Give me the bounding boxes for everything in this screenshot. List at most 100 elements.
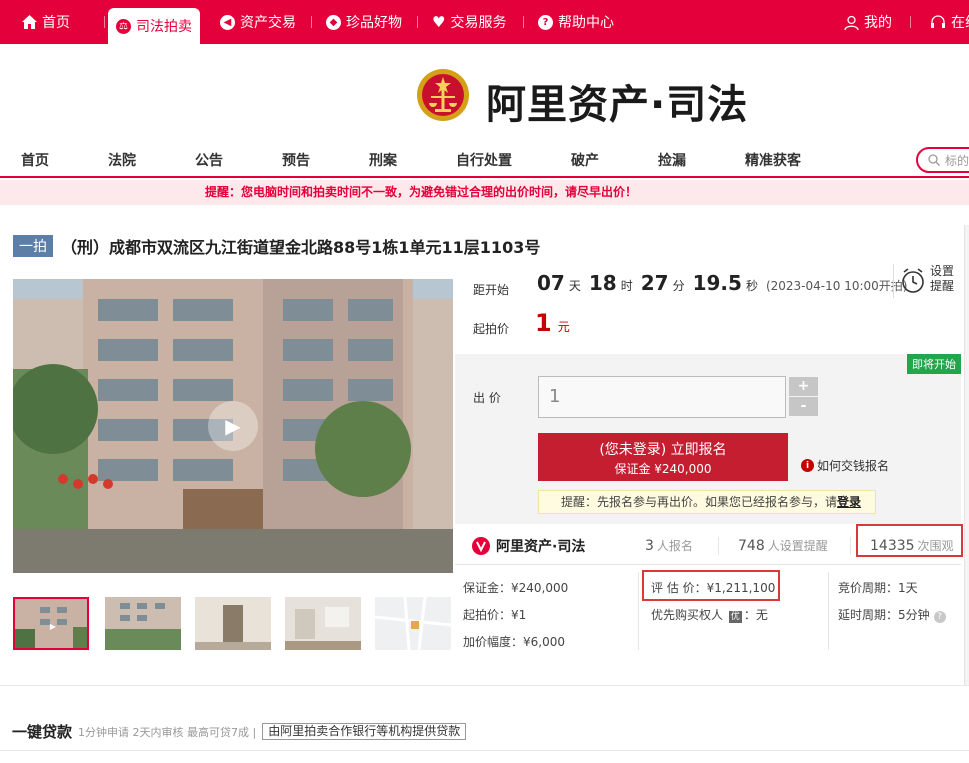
signup-deposit: 保证金 ¥240,000	[614, 462, 712, 476]
main-nav: 首页 法院 公告 预告 刑案 自行处置 破产 捡漏 精准获客 标的	[0, 144, 969, 178]
help-icon[interactable]: ?	[933, 611, 946, 623]
loan-subtitle: 1分钟申请 2天内审核 最高可贷7成 |	[78, 725, 257, 739]
nav-bargains[interactable]: 捡漏	[658, 150, 686, 170]
thumbnail-image	[285, 597, 361, 650]
question-icon: ?	[538, 14, 553, 30]
reminder-count: 748 人设置提醒	[738, 538, 828, 554]
start-price: 1 元	[535, 309, 570, 337]
topnav-home[interactable]: 首页	[22, 0, 70, 44]
photo-thumbnail[interactable]	[285, 597, 361, 650]
delay-cycle-info: 延时周期：5分钟?	[838, 606, 946, 623]
page-scroll-edge	[964, 225, 969, 685]
nav-criminal[interactable]: 刑案	[369, 150, 397, 170]
divider	[523, 16, 524, 28]
how-to-pay-link[interactable]: i 如何交钱报名	[801, 457, 889, 474]
brand-logo: 阿里资产·司法	[471, 536, 585, 556]
nav-bankruptcy[interactable]: 破产	[571, 150, 599, 170]
nav-home[interactable]: 首页	[21, 150, 49, 170]
nav-precise-leads[interactable]: 精准获客	[745, 150, 801, 170]
nav-self-disposal[interactable]: 自行处置	[456, 150, 512, 170]
nav-courts[interactable]: 法院	[108, 150, 136, 170]
divider	[718, 537, 719, 555]
topnav-treasures[interactable]: ◆ 珍品好物	[326, 0, 402, 44]
login-link[interactable]: 登录	[837, 495, 861, 509]
auction-round-tag: 一拍	[13, 235, 53, 257]
info-icon: i	[801, 459, 814, 472]
headset-icon	[931, 14, 945, 28]
bidding-cycle-info: 竞价周期：1天	[838, 581, 918, 595]
gem-icon: ◆	[326, 14, 341, 30]
countdown-seconds-unit: 秒	[745, 279, 758, 293]
countdown-days: 07	[537, 271, 565, 295]
topnav-asset-trading[interactable]: ◀ 资产交易	[220, 0, 296, 44]
signup-count: 3 人报名	[645, 538, 693, 554]
brand-logo-icon	[472, 537, 490, 555]
one-click-loan: 一键贷款 1分钟申请 2天内审核 最高可贷7成 | 由阿里拍卖合作银行等机构提供…	[12, 721, 467, 742]
search-input[interactable]: 标的	[916, 147, 969, 173]
auction-start-time: (2023-04-10 10:00开拍)	[765, 279, 908, 293]
heart-icon: ♥	[432, 13, 446, 31]
bid-label: 出 价	[473, 391, 501, 405]
search-icon	[928, 154, 940, 166]
divider	[828, 572, 829, 650]
divider	[311, 16, 312, 28]
alarm-clock-icon	[902, 268, 924, 293]
svg-text:▶: ▶	[50, 622, 57, 631]
section-divider	[0, 685, 969, 686]
thumbnail-image	[105, 597, 181, 650]
photo-thumbnail[interactable]	[105, 597, 181, 650]
top-bar: 首页 ⚖ 司法拍卖 ◀ 资产交易 ◆ 珍品好物 ♥ 交易服务 ? 帮助中心 我的…	[0, 0, 969, 44]
main-photo[interactable]: ▶	[13, 279, 453, 573]
divider	[417, 16, 418, 28]
search-placeholder: 标的	[945, 153, 969, 168]
divider	[638, 572, 639, 650]
remind-line1: 设置	[930, 264, 955, 278]
start-price-value: 1	[535, 309, 552, 337]
thumbnail-image	[195, 597, 271, 650]
deposit-info: 保证金：¥240,000	[463, 581, 569, 595]
nav-previews[interactable]: 预告	[282, 150, 310, 170]
bid-decrease-button[interactable]: -	[789, 397, 818, 416]
countdown: 07 天 18 时 27 分 19.5 秒 (2023-04-10 10:00开…	[537, 271, 907, 295]
topnav-online-service[interactable]: 在线	[930, 0, 969, 44]
divider	[910, 16, 911, 28]
views-highlight-box	[856, 524, 963, 557]
photo-thumbnail[interactable]: ▶	[13, 597, 89, 650]
bid-panel: 即将开始 出 价 1 + - (您未登录) 立即报名 保证金 ¥240,000 …	[455, 354, 961, 524]
nav-announcements[interactable]: 公告	[195, 150, 223, 170]
start-price-info: 起拍价：¥1	[463, 608, 527, 622]
user-icon	[844, 15, 859, 30]
site-logo-text[interactable]: 阿里资产·司法	[486, 72, 748, 130]
home-icon	[22, 15, 37, 29]
priority-badge-icon: 优	[728, 611, 742, 623]
signup-button[interactable]: (您未登录) 立即报名 保证金 ¥240,000	[538, 433, 788, 481]
topnav-help[interactable]: ? 帮助中心	[538, 0, 614, 44]
thumbnail-image: ▶	[15, 599, 87, 648]
lot-title: （刑）成都市双流区九江街道望金北路88号1栋1单元11层1103号	[61, 238, 541, 257]
logo-row: 阿里资产·司法	[0, 44, 969, 144]
bid-amount-input[interactable]: 1	[538, 376, 786, 418]
increment-info: 加价幅度：¥6,000	[463, 635, 565, 649]
remind-line2: 提醒	[930, 279, 955, 293]
photo-thumbnail[interactable]	[195, 597, 271, 650]
set-reminder-button[interactable]: 设置 提醒	[893, 264, 957, 298]
topnav-mine[interactable]: 我的	[844, 0, 892, 44]
bid-increase-button[interactable]: +	[789, 377, 818, 396]
thumbnail-image	[375, 597, 451, 650]
countdown-days-unit: 天	[568, 279, 581, 293]
photo-thumbnail[interactable]	[375, 597, 451, 650]
topnav-trade-service[interactable]: ♥ 交易服务	[432, 0, 506, 44]
countdown-minutes: 27	[640, 271, 669, 295]
gavel-icon: ⚖	[116, 18, 131, 34]
countdown-minutes-unit: 分	[672, 279, 685, 293]
compass-icon: ◀	[220, 14, 235, 30]
topnav-judicial-auction[interactable]: ⚖ 司法拍卖	[108, 8, 200, 44]
play-video-button[interactable]: ▶	[208, 401, 258, 451]
countdown-hours: 18	[588, 271, 617, 295]
coming-soon-badge: 即将开始	[907, 354, 961, 374]
start-price-unit: 元	[557, 320, 570, 334]
loan-provider-badge[interactable]: 由阿里拍卖合作银行等机构提供贷款	[262, 723, 467, 740]
countdown-seconds: 19.5	[692, 271, 742, 295]
appraisal-highlight-box	[642, 570, 780, 601]
loan-title: 一键贷款	[12, 723, 73, 741]
